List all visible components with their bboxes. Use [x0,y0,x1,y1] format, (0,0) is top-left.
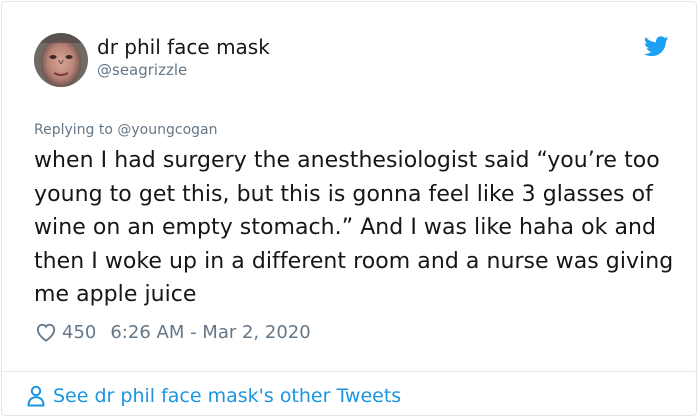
avatar[interactable] [34,33,88,87]
person-icon [27,385,45,407]
twitter-bird-icon[interactable] [644,36,669,57]
heart-icon[interactable] [35,322,57,342]
see-other-tweets-link[interactable]: See dr phil face mask's other Tweets [27,382,401,410]
user-handle[interactable]: @seagrizzle [97,61,187,79]
reply-mention-link[interactable]: @youngcogan [117,122,217,138]
tweet-card: dr phil face mask @seagrizzle Replying t… [1,1,697,416]
replying-to-line: Replying to @youngcogan [34,122,217,138]
replying-to-prefix: Replying to [34,122,118,138]
like-count[interactable]: 450 [62,322,96,343]
display-name[interactable]: dr phil face mask [97,35,270,59]
avatar-image [34,33,88,87]
tweet-timestamp[interactable]: 6:26 AM - Mar 2, 2020 [110,322,310,343]
tweet-meta: 450 6:26 AM - Mar 2, 2020 [35,319,311,345]
see-other-tweets-label: See dr phil face mask's other Tweets [53,385,402,407]
tweet-text: when I had surgery the anesthesiologist … [34,148,674,307]
footer-divider [3,371,695,372]
